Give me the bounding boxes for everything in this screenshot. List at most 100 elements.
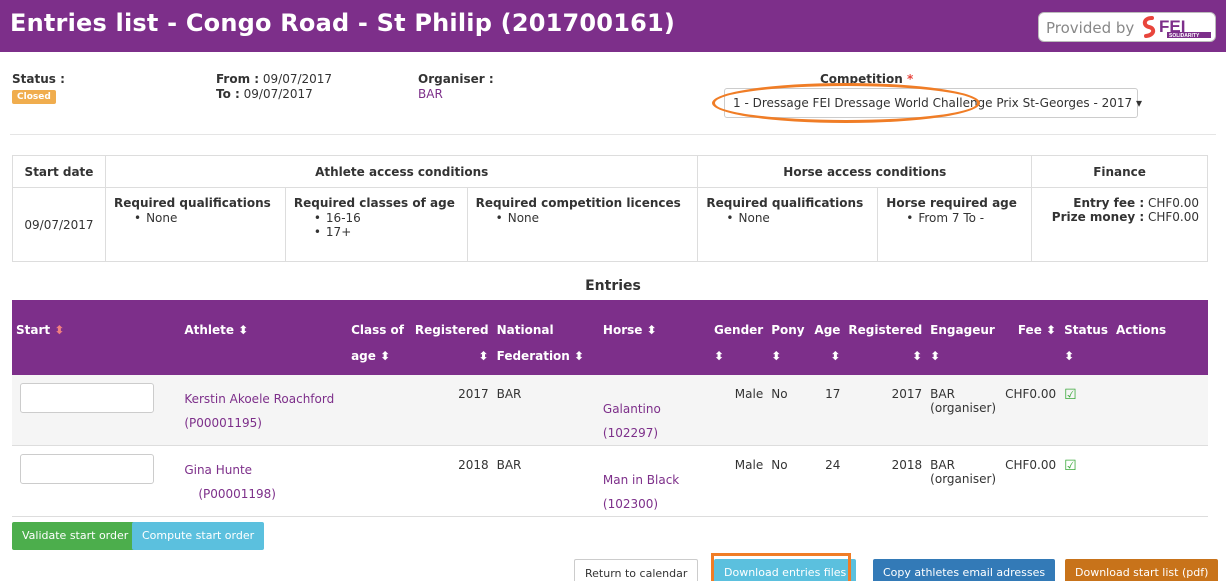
col-status[interactable]: Status ⬍	[1060, 300, 1112, 375]
horse-age-cell: Horse required age From 7 To -	[877, 187, 1033, 262]
registered2-cell: 2017	[844, 375, 927, 446]
status-cell: ☑	[1060, 375, 1112, 446]
col-status-label: Status	[1064, 323, 1108, 337]
col-start[interactable]: Start ⬍	[12, 300, 165, 375]
col-gender[interactable]: Gender ⬍	[710, 300, 768, 375]
horse-link[interactable]: Galantino	[603, 397, 706, 421]
engageur-cell: BAR (organiser)	[926, 375, 1002, 446]
divider	[10, 134, 1216, 135]
col-registered[interactable]: Registered ⬍	[410, 300, 493, 375]
horse-qualifications-cell: Required qualifications None	[697, 187, 879, 262]
col-pony-label: Pony	[771, 323, 805, 337]
gender-cell: Male	[710, 375, 768, 446]
start-cell	[12, 375, 165, 446]
class-of-age-item: 16-16	[314, 211, 459, 225]
engageur-sub: (organiser)	[930, 401, 997, 415]
check-square-icon: ☑	[1064, 387, 1077, 403]
competition-selected-value: 1 - Dressage FEI Dressage World Challeng…	[733, 96, 1133, 110]
organiser-block: Organiser : BAR	[418, 72, 494, 102]
actions-cell	[1112, 375, 1208, 446]
sort-icon: ⬍	[771, 349, 782, 363]
page-title: Entries list - Congo Road - St Philip (2…	[10, 9, 676, 37]
status-cell: ☑	[1060, 445, 1112, 517]
caret-down-icon: ▾	[1136, 96, 1143, 110]
competition-label: Competition *	[820, 72, 913, 86]
col-fee[interactable]: Fee ⬍	[1001, 300, 1061, 375]
fee-cell: CHF0.00	[1001, 445, 1061, 517]
col-national-federation[interactable]: National Federation ⬍	[492, 300, 599, 375]
entry-fee-value: CHF0.00	[1147, 196, 1199, 210]
age-cell: 24	[808, 445, 845, 517]
status-label: Status :	[12, 72, 65, 86]
athlete-conditions-header: Athlete access conditions	[104, 155, 699, 188]
licences-label: Required competition licences	[475, 196, 681, 210]
horse-age-label: Horse required age	[886, 196, 1017, 210]
return-to-calendar-button[interactable]: Return to calendar	[574, 559, 699, 581]
horse-qualifications-label: Required qualifications	[706, 196, 864, 210]
sort-icon: ⬍	[238, 323, 249, 337]
horse-link[interactable]: Man in Black	[603, 468, 706, 492]
download-start-list-button[interactable]: Download start list (pdf)	[1065, 559, 1219, 581]
class-of-age-cell	[347, 375, 411, 446]
sort-icon: ⬍	[478, 349, 489, 363]
col-athlete[interactable]: Athlete ⬍	[164, 300, 348, 375]
col-pony[interactable]: Pony ⬍	[767, 300, 809, 375]
from-value: 09/07/2017	[262, 72, 333, 86]
fee-cell: CHF0.00	[1001, 375, 1061, 446]
prize-money-value: CHF0.00	[1147, 210, 1199, 224]
horse-cell: Galantino (102297)	[598, 375, 711, 446]
download-entries-files-button[interactable]: Download entries files	[714, 559, 857, 581]
classes-of-age-cell: Required classes of age 16-16 17+	[284, 187, 468, 262]
athlete-id[interactable]: (P00001198)	[198, 487, 276, 501]
start-date-header: Start date	[12, 155, 106, 188]
athlete-link[interactable]: Kerstin Akoele Roachford	[184, 387, 343, 411]
entries-title: Entries	[585, 278, 641, 294]
engageur-sub: (organiser)	[930, 472, 997, 486]
classes-of-age-label: Required classes of age	[293, 196, 455, 210]
horse-id[interactable]: (102300)	[603, 492, 706, 516]
sort-icon: ⬍	[1064, 349, 1075, 363]
horse-id[interactable]: (102297)	[603, 421, 706, 445]
col-engageur-label: Engageur	[930, 323, 995, 337]
compute-start-order-button[interactable]: Compute start order	[132, 522, 265, 550]
to-value: 09/07/2017	[243, 87, 313, 101]
col-start-label: Start	[16, 323, 51, 337]
provided-by-badge: Provided by FEI SOLIDARITY	[1038, 12, 1216, 42]
sort-icon: ⬍	[1046, 323, 1057, 337]
entries-table: Start ⬍ Athlete ⬍ Class of age ⬍ Register…	[12, 300, 1208, 517]
competition-select[interactable]: 1 - Dressage FEI Dressage World Challeng…	[724, 88, 1142, 118]
licence-item: None	[496, 211, 690, 225]
col-national-label: National	[496, 323, 554, 337]
registered-cell: 2017	[410, 375, 493, 446]
col-gender-label: Gender	[714, 323, 764, 337]
validate-start-order-button[interactable]: Validate start order	[12, 522, 139, 550]
athlete-id[interactable]: (P00001195)	[184, 411, 343, 435]
col-engageur[interactable]: Engageur ⬍	[926, 300, 1002, 375]
organiser-label: Organiser :	[418, 72, 494, 86]
horse-cell: Man in Black (102300)	[598, 445, 711, 517]
start-order-input[interactable]	[20, 454, 154, 484]
col-fee-label: Fee	[1017, 323, 1042, 337]
to-label: To :	[216, 87, 240, 101]
table-row: Gina Hunte (P00001198) 2018 BAR Man in B…	[12, 445, 1208, 517]
col-class-of-age[interactable]: Class of age ⬍	[347, 300, 411, 375]
col-actions: Actions	[1112, 300, 1208, 375]
col-registered-2[interactable]: Registered ⬍	[844, 300, 927, 375]
col-age[interactable]: Age ⬍	[808, 300, 845, 375]
start-cell	[12, 445, 165, 517]
col-athlete-label: Athlete	[184, 323, 235, 337]
gender-cell: Male	[710, 445, 768, 517]
athlete-link[interactable]: Gina Hunte	[184, 463, 252, 477]
col-horse[interactable]: Horse ⬍	[598, 300, 711, 375]
actions-cell	[1112, 445, 1208, 517]
copy-athletes-email-button[interactable]: Copy athletes email adresses	[873, 559, 1056, 581]
header-bar: Entries list - Congo Road - St Philip (2…	[0, 0, 1226, 52]
access-conditions-table: Start date Athlete access conditions Hor…	[12, 155, 1208, 262]
licences-cell: Required competition licences None	[466, 187, 699, 262]
athlete-qualification-item: None	[134, 211, 277, 225]
start-order-input[interactable]	[20, 383, 154, 413]
status-badge: Closed	[12, 90, 56, 104]
sort-icon: ⬍	[646, 323, 657, 337]
col-age-label: Age	[814, 323, 841, 337]
sort-icon: ⬍	[574, 349, 585, 363]
